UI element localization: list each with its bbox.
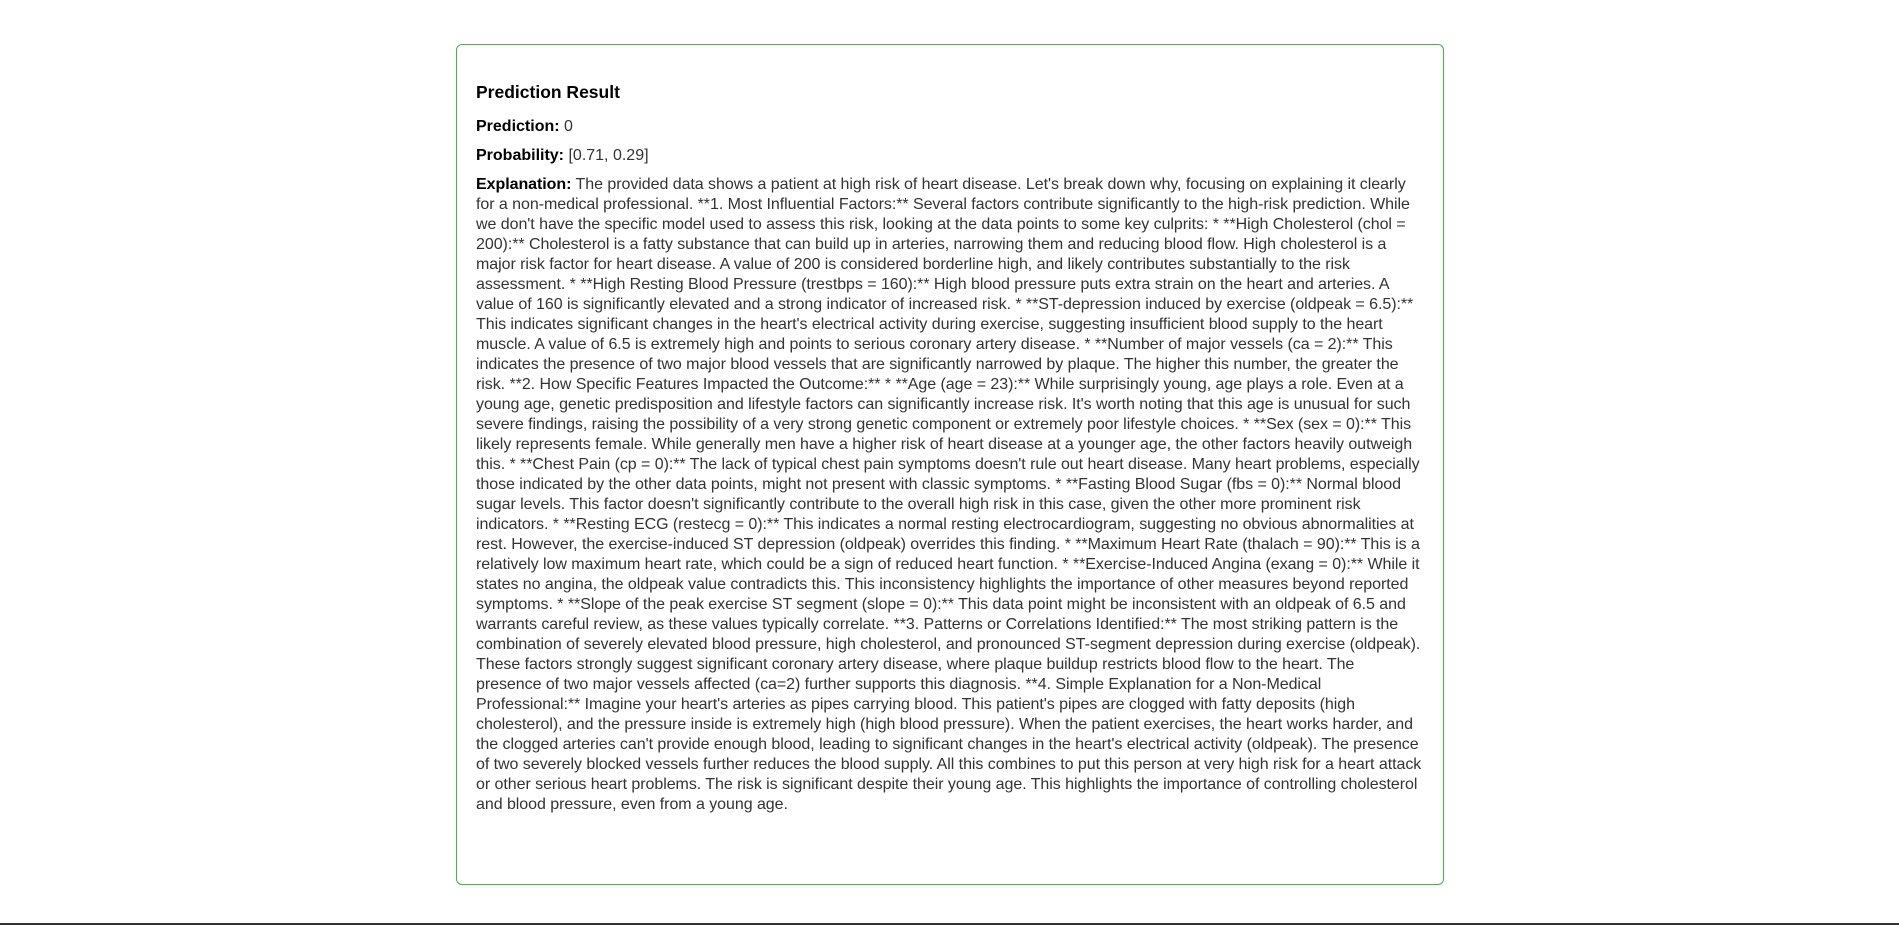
prediction-value: 0	[564, 118, 573, 135]
prediction-label: Prediction:	[476, 118, 560, 135]
prediction-result-card: Prediction Result Prediction: 0 Probabil…	[456, 44, 1444, 885]
explanation-text: The provided data shows a patient at hig…	[476, 176, 1422, 813]
page: Prediction Result Prediction: 0 Probabil…	[0, 0, 1899, 925]
prediction-row: Prediction: 0	[476, 117, 1424, 137]
probability-label: Probability:	[476, 147, 565, 164]
result-title: Prediction Result	[476, 82, 620, 102]
probability-value: [0.71, 0.29]	[568, 147, 649, 164]
explanation-label: Explanation:	[476, 176, 572, 193]
explanation-paragraph: Explanation: The provided data shows a p…	[476, 175, 1424, 815]
probability-row: Probability: [0.71, 0.29]	[476, 146, 1424, 166]
